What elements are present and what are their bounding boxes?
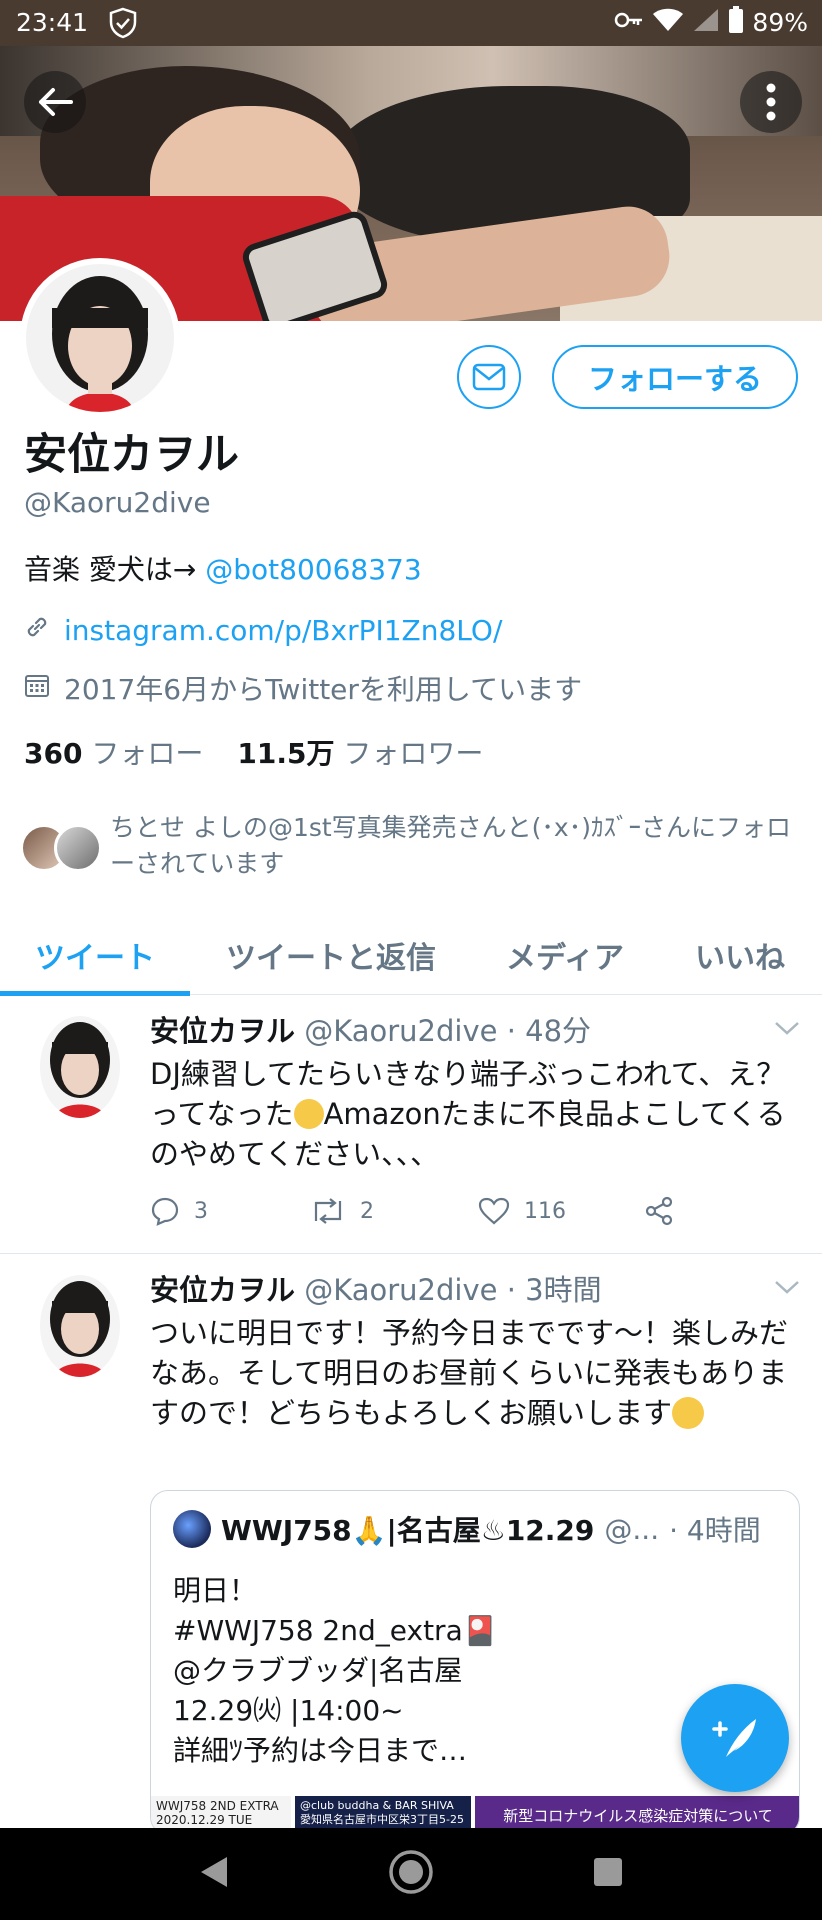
joined-row: 2017年6月からTwitterを利用しています — [24, 668, 582, 708]
back-button[interactable] — [24, 71, 86, 133]
reply-icon — [151, 1197, 179, 1226]
profile-name: 安位カヲル — [24, 430, 239, 480]
quoted-avatar — [173, 1510, 211, 1548]
tweet-text: DJ練習してたらいきなり端子ぶっこわれて、え？ってなった Amazonたまに不良品… — [150, 1054, 800, 1174]
crying-face-icon — [293, 1099, 324, 1129]
tweet-text: ついに明日です！予約今日までです〜！楽しみだなあ。そして明日のお昼前くらいに発表… — [150, 1313, 800, 1433]
tab-likes[interactable]: いいね — [658, 915, 822, 995]
follow-button[interactable]: フォローする — [552, 345, 798, 409]
status-bar: 23:41 89% — [0, 0, 822, 46]
quoted-handle: @... — [604, 1512, 660, 1546]
profile-avatar[interactable] — [20, 258, 180, 418]
joined-date: 2017年6月からTwitterを利用しています — [64, 673, 583, 706]
nav-back-button[interactable] — [199, 1855, 229, 1893]
home-circle-icon — [389, 1850, 433, 1894]
quoted-line: 12.29㈫ |14:00~ — [173, 1694, 404, 1727]
tab-tweets[interactable]: ツイート — [0, 915, 190, 996]
wifi-icon — [652, 7, 684, 37]
like-action[interactable]: 116 — [478, 1197, 644, 1225]
following-count: 360 — [24, 737, 83, 770]
tweet-meta: @Kaoru2dive · 48分 — [304, 1014, 592, 1048]
followed-by-text: ちとせ よしの@1st写真集発売さんと(･x･)ｶｽﾞｰさんにフォローされていま… — [110, 813, 791, 878]
retweet-action[interactable]: 2 — [310, 1197, 478, 1225]
heart-icon — [478, 1197, 510, 1225]
tweet-meta: @Kaoru2dive · 3時間 — [304, 1273, 602, 1307]
profile-link[interactable]: instagram.com/p/BxrPI1Zn8LO/ — [64, 614, 502, 647]
followers-stat[interactable]: 11.5万 フォロワー — [237, 732, 483, 772]
following-label: フォロー — [91, 737, 204, 770]
arrow-left-icon — [39, 88, 73, 116]
tweet-actions: 3 2 116 — [150, 1196, 674, 1226]
like-count: 116 — [524, 1198, 566, 1224]
reply-count: 3 — [194, 1198, 208, 1224]
tweet-body: 安位カヲル @Kaoru2dive · 48分 DJ練習してたらいきなり端子ぶっ… — [150, 1008, 800, 1174]
mail-icon — [472, 363, 506, 391]
battery-percent: 89% — [752, 7, 808, 37]
chevron-down-icon — [775, 1022, 799, 1035]
quoted-text: 明日！ #WWJ758 2nd_extra🎴 @クラブブッダ|名古屋 12.29… — [173, 1571, 498, 1771]
tab-tweets-replies[interactable]: ツイートと返信 — [190, 915, 472, 995]
signal-icon — [692, 7, 720, 37]
profile-handle: @Kaoru2dive — [24, 486, 211, 519]
tweet[interactable]: 安位カヲル @Kaoru2dive · 48分 DJ練習してたらいきなり端子ぶっ… — [0, 996, 822, 1254]
tweet-author-name[interactable]: 安位カヲル — [150, 1273, 295, 1307]
followers-label: フォロワー — [343, 737, 484, 770]
share-action[interactable] — [644, 1196, 674, 1226]
message-button[interactable] — [457, 345, 521, 409]
rolling-eyes-icon — [672, 1397, 705, 1429]
tweet-avatar[interactable] — [40, 1016, 120, 1118]
nav-home-button[interactable] — [388, 1849, 434, 1899]
triangle-back-icon — [201, 1857, 228, 1887]
quoted-line: 明日！ — [173, 1574, 258, 1607]
retweet-count: 2 — [360, 1198, 374, 1224]
square-recents-icon — [593, 1858, 622, 1886]
quoted-line: 詳細ﾂ予約は今日まで… — [173, 1734, 468, 1767]
link-icon — [24, 614, 50, 647]
quoted-tweet[interactable]: WWJ758🙏|名古屋♨12.29 @... · 4時間 明日！ #WWJ758… — [150, 1490, 800, 1835]
tweet-avatar[interactable] — [40, 1275, 120, 1377]
tweet-body: 安位カヲル @Kaoru2dive · 3時間 ついに明日です！予約今日までです… — [150, 1267, 800, 1433]
nav-recents-button[interactable] — [593, 1857, 623, 1891]
quoted-time: · 4時間 — [669, 1514, 761, 1547]
bio-text: 音楽 愛犬は→ — [24, 553, 206, 586]
profile-tabs: ツイート ツイートと返信 メディア いいね — [0, 915, 822, 996]
following-stat[interactable]: 360 フォロー — [24, 732, 203, 772]
quoted-line: @クラブブッダ|名古屋 — [173, 1654, 463, 1687]
system-nav-bar — [0, 1828, 822, 1920]
profile-link-row[interactable]: instagram.com/p/BxrPI1Zn8LO/ — [24, 614, 502, 647]
quoted-line: #WWJ758 2nd_extra🎴 — [173, 1614, 498, 1647]
more-vertical-icon — [766, 83, 776, 121]
tweet-menu-caret[interactable] — [774, 1279, 800, 1299]
status-time: 23:41 — [16, 8, 89, 37]
tab-media[interactable]: メディア — [472, 915, 658, 995]
tweet-menu-caret[interactable] — [774, 1020, 800, 1040]
more-options-button[interactable] — [740, 71, 802, 133]
quoted-tweet-header: WWJ758🙏|名古屋♨12.29 @... · 4時間 — [173, 1509, 761, 1549]
chevron-down-icon — [775, 1281, 799, 1294]
shield-icon — [108, 7, 138, 43]
quoted-author-name: WWJ758🙏|名古屋♨12.29 — [221, 1514, 595, 1547]
battery-icon — [728, 6, 744, 38]
retweet-icon — [314, 1198, 342, 1224]
followed-by-row[interactable]: ちとせ よしの@1st写真集発売さんと(･x･)ｶｽﾞｰさんにフォローされていま… — [20, 810, 810, 882]
followers-count: 11.5万 — [237, 737, 335, 770]
followed-by-avatars — [20, 824, 110, 880]
share-icon — [645, 1196, 673, 1226]
tweet-header: 安位カヲル @Kaoru2dive · 48分 — [150, 1008, 800, 1050]
compose-tweet-button[interactable] — [681, 1684, 789, 1792]
follow-counts: 360 フォロー 11.5万 フォロワー — [24, 732, 483, 772]
compose-feather-icon — [712, 1719, 756, 1757]
follower-avatar — [54, 824, 102, 872]
key-icon — [614, 10, 644, 34]
tweet-header: 安位カヲル @Kaoru2dive · 3時間 — [150, 1267, 800, 1309]
bio-mention-link[interactable]: @bot80068373 — [205, 553, 421, 586]
reply-action[interactable]: 3 — [150, 1196, 310, 1226]
tweet-author-name[interactable]: 安位カヲル — [150, 1014, 295, 1048]
calendar-icon — [24, 672, 50, 705]
profile-bio: 音楽 愛犬は→ @bot80068373 — [24, 548, 422, 588]
